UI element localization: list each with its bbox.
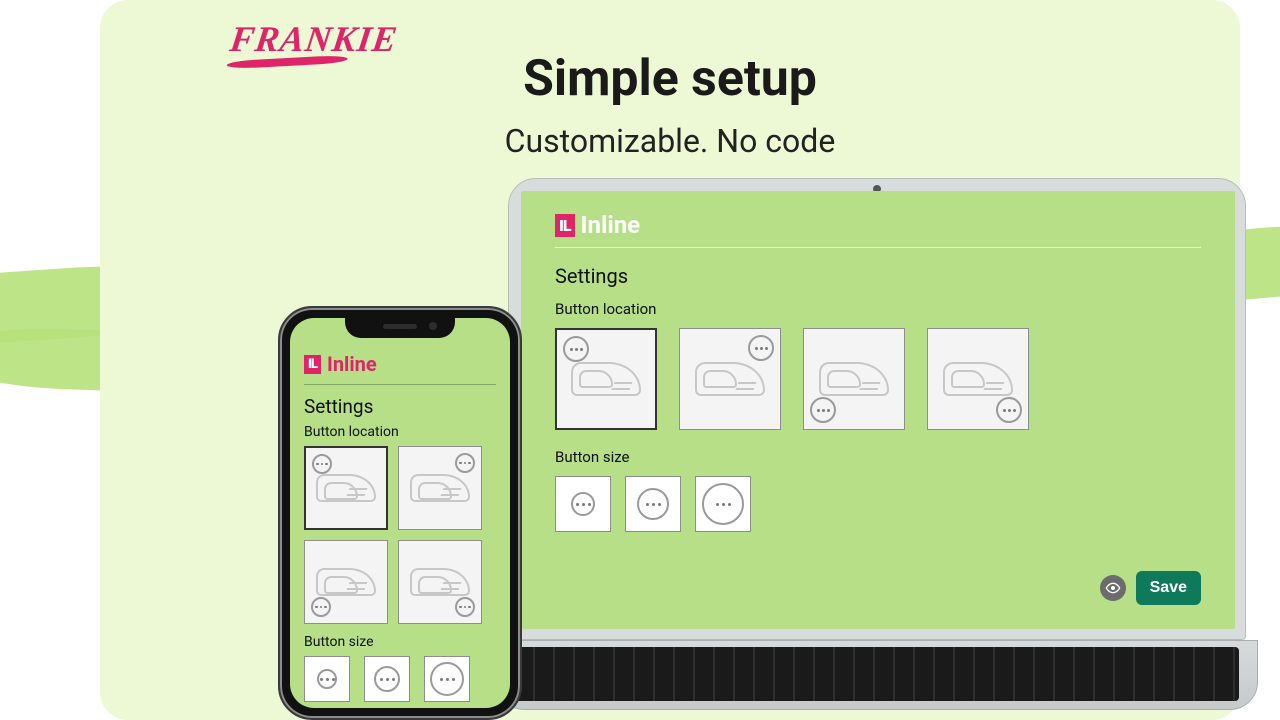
save-button[interactable]: Save (1136, 571, 1201, 605)
shoe-icon (316, 474, 376, 502)
shoe-icon (410, 474, 470, 502)
settings-title: Settings (555, 264, 1201, 288)
location-option-bottom-left[interactable] (803, 328, 905, 430)
laptop-base (496, 640, 1258, 710)
size-option-small[interactable] (555, 476, 611, 532)
laptop-lid: IL Inline Settings Button location (508, 178, 1246, 640)
dots-icon (312, 454, 332, 474)
dots-icon (637, 488, 669, 520)
shoe-icon (695, 362, 765, 396)
shoe-icon (316, 568, 376, 596)
app-header: IL Inline (304, 352, 496, 385)
button-location-options (304, 446, 496, 624)
dots-icon (810, 397, 836, 423)
phone-mockup: IL Inline Settings Button location (278, 306, 522, 720)
dots-icon (748, 335, 774, 361)
keyboard (515, 647, 1239, 701)
shoe-icon (410, 568, 470, 596)
phone-screen: IL Inline Settings Button location (290, 318, 510, 708)
app-logo-icon: IL (555, 214, 575, 237)
dots-icon (996, 397, 1022, 423)
dots-icon (563, 336, 589, 362)
location-option-bottom-right[interactable] (398, 540, 482, 624)
hero-title: Simple setup (100, 50, 1240, 108)
settings-title: Settings (304, 395, 496, 418)
location-option-bottom-right[interactable] (927, 328, 1029, 430)
dots-icon (311, 597, 331, 617)
location-option-bottom-left[interactable] (304, 540, 388, 624)
button-location-label: Button location (304, 424, 496, 440)
button-size-label: Button size (555, 448, 1201, 466)
laptop-mockup: IL Inline Settings Button location (496, 178, 1258, 720)
dots-icon (430, 662, 464, 696)
shoe-icon (943, 362, 1013, 396)
location-option-top-left[interactable] (555, 328, 657, 430)
laptop-screen: IL Inline Settings Button location (521, 191, 1235, 629)
size-option-medium[interactable] (625, 476, 681, 532)
preview-button[interactable] (1100, 575, 1126, 601)
dots-icon (374, 666, 400, 692)
button-size-label: Button size (304, 634, 496, 650)
button-size-options (555, 476, 1201, 532)
app-name: Inline (327, 352, 377, 376)
location-option-top-right[interactable] (679, 328, 781, 430)
size-option-large[interactable] (695, 476, 751, 532)
dots-icon (571, 492, 595, 516)
size-option-large[interactable] (424, 656, 470, 702)
button-location-label: Button location (555, 300, 1201, 318)
dots-icon (455, 597, 475, 617)
hero-subtitle: Customizable. No code (100, 122, 1240, 160)
location-option-top-right[interactable] (398, 446, 482, 530)
hero-card: FRANKIE Simple setup Customizable. No co… (100, 0, 1240, 720)
button-size-options (304, 656, 496, 702)
size-option-small[interactable] (304, 656, 350, 702)
dots-icon (455, 453, 475, 473)
size-option-medium[interactable] (364, 656, 410, 702)
shoe-icon (571, 362, 641, 396)
app-logo-icon: IL (304, 355, 321, 374)
app-header: IL Inline (555, 211, 1201, 248)
dots-icon (702, 483, 744, 525)
shoe-icon (819, 362, 889, 396)
eye-icon (1105, 580, 1121, 596)
phone-notch (345, 314, 455, 338)
button-location-options (555, 328, 1201, 430)
app-name: Inline (581, 211, 641, 239)
stage: FRANKIE Simple setup Customizable. No co… (0, 0, 1280, 720)
location-option-top-left[interactable] (304, 446, 388, 530)
save-row: Save (1100, 571, 1201, 605)
dots-icon (317, 669, 337, 689)
